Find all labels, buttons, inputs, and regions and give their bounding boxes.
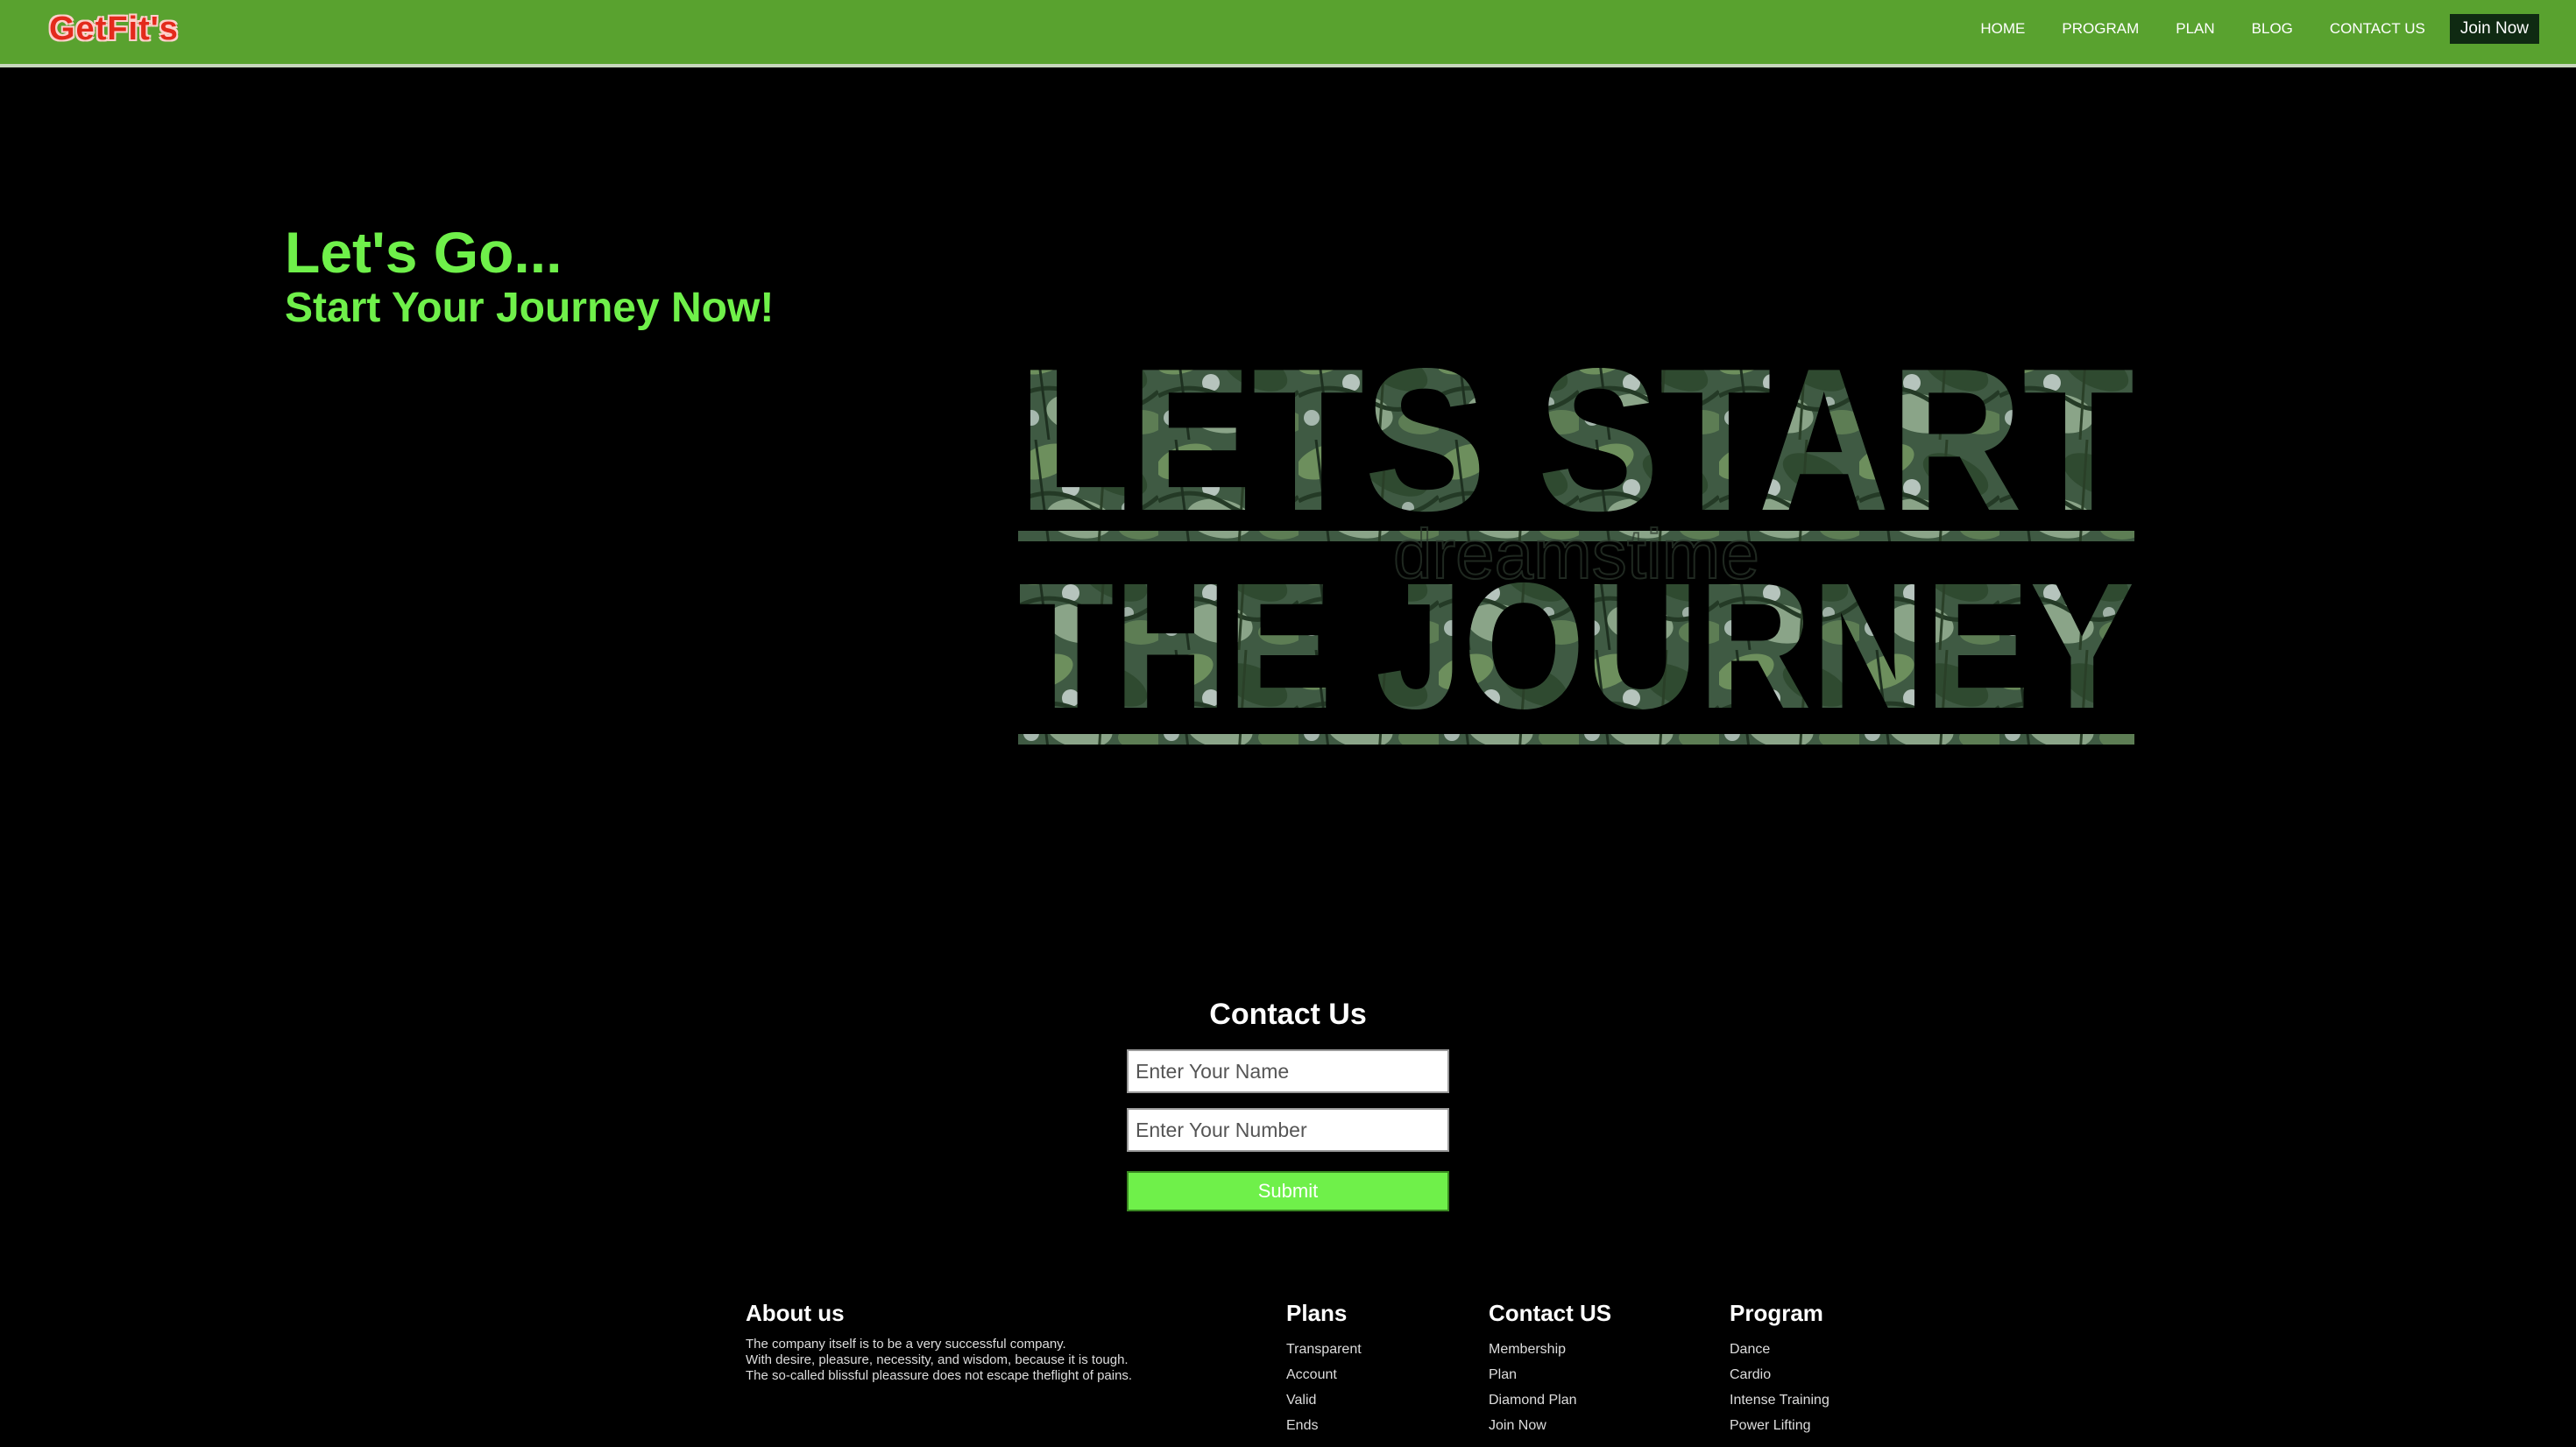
nav-link-contact-us[interactable]: CONTACT US [2330,14,2425,44]
nav-link-program[interactable]: PROGRAM [2062,14,2139,44]
main-nav: HOME PROGRAM PLAN BLOG CONTACT US Join N… [1943,14,2539,44]
footer-link-ends[interactable]: Ends [1286,1413,1362,1438]
footer-about-title: About us [746,1300,845,1326]
footer-about-line-3: The so-called blissful pleassure does no… [746,1368,1133,1383]
footer-link-diamond-plan[interactable]: Diamond Plan [1489,1387,1611,1413]
footer-program: Program Dance Cardio Intense Training Po… [1730,1296,1829,1438]
footer-plans: Plans Transparent Account Valid Ends [1286,1296,1362,1438]
footer-link-account[interactable]: Account [1286,1362,1362,1387]
brand-logo[interactable]: GetFit's [49,11,179,48]
nav-link-home[interactable]: HOME [1980,14,2025,44]
footer-program-title: Program [1730,1300,1823,1326]
hero-image-lets-start-the-journey: LETS START dreamstime THE JOURNEY [1018,335,2134,746]
footer-about-line-2: With desire, pleasure, necessity, and wi… [746,1352,1129,1367]
join-now-button[interactable]: Join Now [2449,14,2539,44]
number-input[interactable] [1127,1108,1449,1152]
hero-heading: Let's Go... [285,220,563,285]
footer-link-cardio[interactable]: Cardio [1730,1362,1829,1387]
footer-link-power-lifting[interactable]: Power Lifting [1730,1413,1829,1438]
nav-link-blog[interactable]: BLOG [2252,14,2293,44]
submit-button[interactable]: Submit [1127,1171,1449,1211]
hero-subheading: Start Your Journey Now! [285,285,775,331]
footer-about-line-1: The company itself is to be a very succe… [746,1337,1066,1352]
footer-link-join-now[interactable]: Join Now [1489,1413,1611,1438]
footer-plans-title: Plans [1286,1300,1348,1326]
footer-link-intense-training[interactable]: Intense Training [1730,1387,1829,1413]
contact-title: Contact Us [1209,998,1367,1031]
footer-link-membership[interactable]: Membership [1489,1337,1611,1362]
name-input[interactable] [1127,1049,1449,1093]
footer-link-plan[interactable]: Plan [1489,1362,1611,1387]
footer-contact-title: Contact US [1489,1300,1612,1326]
footer-contact: Contact US Membership Plan Diamond Plan … [1489,1296,1611,1438]
contact-form-section: Contact Us Submit [1127,990,1449,1211]
footer-link-dance[interactable]: Dance [1730,1337,1829,1362]
nav-link-plan[interactable]: PLAN [2176,14,2214,44]
footer-link-valid[interactable]: Valid [1286,1387,1362,1413]
footer-about: About us The company itself is to be a v… [746,1296,1132,1384]
footer: About us The company itself is to be a v… [0,1296,2576,1447]
footer-link-transparent[interactable]: Transparent [1286,1337,1362,1362]
top-navbar: GetFit's HOME PROGRAM PLAN BLOG CONTACT … [0,0,2576,67]
hero-image-line-2: THE JOURNEY [1018,546,2134,746]
hero-image-bar-2 [1018,734,2134,745]
